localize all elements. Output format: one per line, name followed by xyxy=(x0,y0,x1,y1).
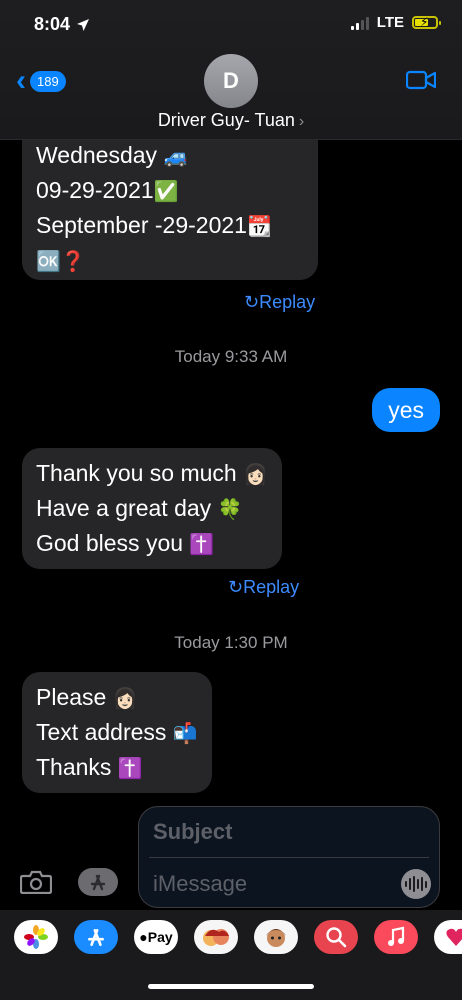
message-line: Thank you so much 👩🏻 xyxy=(36,460,269,486)
woman-emoji: 👩🏻 xyxy=(112,686,138,710)
message-line: September -29-2021📆 xyxy=(36,212,272,238)
unread-count-badge: 189 xyxy=(30,70,66,92)
ok-question-emoji: 🆗❓ xyxy=(36,249,86,273)
battery-icon: ⚡ xyxy=(412,15,441,29)
message-line: Have a great day 🍀 xyxy=(36,495,243,521)
web-search-app-icon[interactable] xyxy=(314,920,358,954)
message-line: Wednesday 🚙 xyxy=(36,142,189,168)
latin-cross-emoji: ✝️ xyxy=(117,756,143,780)
timestamp: Today 1:30 PM xyxy=(174,633,288,652)
incoming-message[interactable]: Please 👩🏻 Text address 📬 Thanks ✝️ xyxy=(22,672,212,793)
incoming-message[interactable]: Thank you so much 👩🏻 Have a great day 🍀 … xyxy=(22,448,283,569)
app-store-drawer-button[interactable] xyxy=(78,868,118,896)
digital-touch-app-icon[interactable] xyxy=(434,920,462,954)
car-emoji: 🚙 xyxy=(163,144,189,168)
message-line: Text address 📬 xyxy=(36,719,198,745)
subject-input[interactable]: Subject xyxy=(153,819,232,845)
animoji-app-icon[interactable] xyxy=(254,920,298,954)
music-app-icon[interactable] xyxy=(374,920,418,954)
message-line: God bless you ✝️ xyxy=(36,530,215,556)
replay-link[interactable]: ↻Replay xyxy=(228,577,299,598)
replay-link[interactable]: ↻Replay xyxy=(244,292,315,313)
outgoing-message[interactable]: yes xyxy=(372,388,440,432)
timestamp: Today 9:33 AM xyxy=(174,347,288,366)
photos-app-icon[interactable] xyxy=(14,920,58,954)
camera-icon[interactable] xyxy=(20,870,52,894)
message-line: 09-29-2021✅ xyxy=(36,177,179,203)
audio-message-icon[interactable] xyxy=(401,869,431,899)
contact-name: Driver Guy- Tuan xyxy=(157,110,295,130)
app-store-icon xyxy=(90,874,106,891)
apple-icon: ● xyxy=(139,929,148,945)
signal-icon xyxy=(350,16,369,30)
message-input[interactable]: iMessage xyxy=(153,871,247,897)
message-line: Thanks ✝️ xyxy=(36,754,143,780)
avatar[interactable]: D xyxy=(204,54,258,108)
contact-name-button[interactable]: Driver Guy- Tuan › xyxy=(0,110,462,131)
incoming-message[interactable]: Wednesday 🚙 09-29-2021✅ September -29-20… xyxy=(22,118,318,280)
conversation-header: 8:04 LTE ⚡ ‹ 189 D Driver Guy- Tuan › xyxy=(0,0,462,140)
message-composer[interactable]: Subject iMessage xyxy=(138,806,440,908)
app-store-app-icon[interactable] xyxy=(74,920,118,954)
divider xyxy=(149,857,429,858)
calendar-emoji: 📆 xyxy=(246,214,272,238)
message-line: Please 👩🏻 xyxy=(36,684,138,710)
latin-cross-emoji: ✝️ xyxy=(189,532,215,556)
apple-pay-app-icon[interactable]: ● Pay xyxy=(134,920,178,954)
facetime-video-icon[interactable] xyxy=(406,70,436,90)
back-button[interactable]: ‹ 189 xyxy=(16,66,66,96)
chevron-left-icon: ‹ xyxy=(16,64,26,97)
status-time: 8:04 xyxy=(34,14,90,35)
chevron-right-icon: › xyxy=(298,113,305,130)
status-right: LTE ⚡ xyxy=(350,14,441,31)
message-line: 🆗❓ xyxy=(36,243,304,278)
woman-emoji: 👩🏻 xyxy=(243,462,269,486)
network-label: LTE xyxy=(376,14,404,31)
four-leaf-clover-emoji: 🍀 xyxy=(217,497,243,521)
home-indicator[interactable] xyxy=(148,984,314,989)
location-arrow-icon xyxy=(77,18,90,31)
mailbox-emoji: 📬 xyxy=(172,721,198,745)
memoji-stickers-app-icon[interactable] xyxy=(194,920,238,954)
check-mark-emoji: ✅ xyxy=(153,179,179,203)
